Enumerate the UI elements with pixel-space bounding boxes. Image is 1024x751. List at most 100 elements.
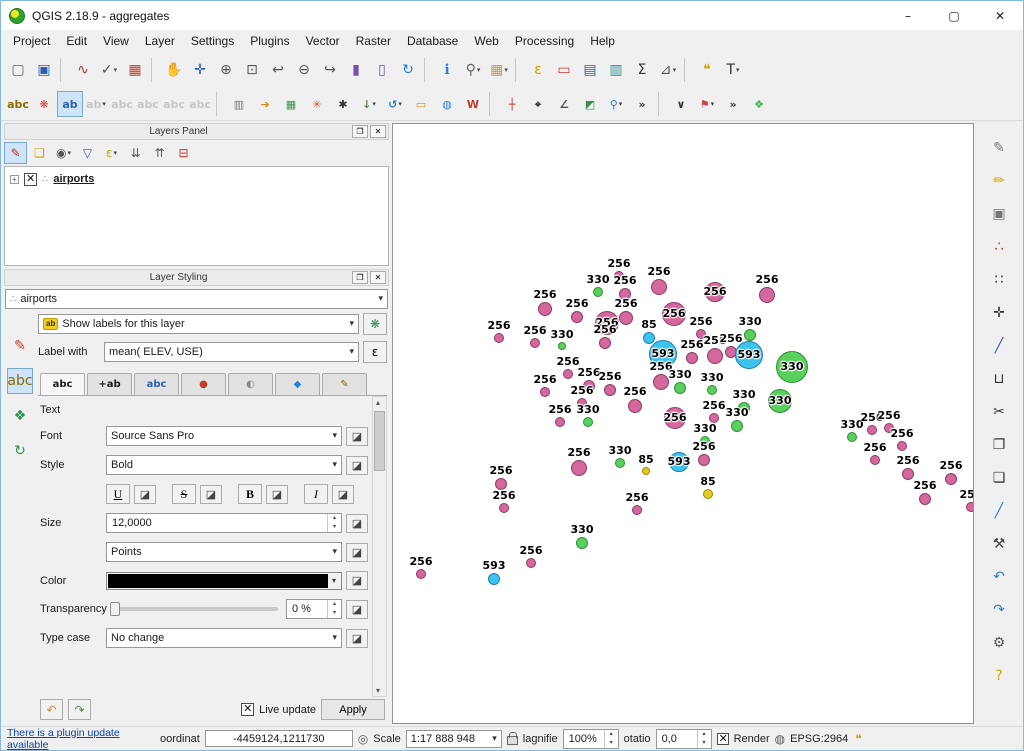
geocoding-button[interactable]: ⚲▾ [603, 91, 629, 117]
zoom-next-button[interactable]: ↪ [317, 57, 343, 83]
labels-mode-select[interactable]: Show labels for this layer [38, 314, 359, 334]
layer-styling-float-button[interactable] [352, 271, 368, 284]
menu-help[interactable]: Help [582, 31, 623, 51]
italic-override-button[interactable] [332, 485, 354, 504]
zoom-out-button[interactable]: ⊖ [291, 57, 317, 83]
maximize-button[interactable]: ▢ [931, 1, 977, 30]
fill-ring-button[interactable]: ⚒ [986, 531, 1012, 557]
new-bookmark-button[interactable]: ▮ [343, 57, 369, 83]
strikeout-button[interactable]: S [172, 484, 196, 504]
tab-background[interactable]: ● [181, 373, 226, 395]
dxf-export-button[interactable]: ➔ [252, 91, 278, 117]
undo-button[interactable]: ↶ [986, 564, 1012, 590]
georeferencer-button[interactable]: ✳ [304, 91, 330, 117]
labeling-button[interactable]: abc [5, 91, 31, 117]
size-units-override-button[interactable] [346, 543, 368, 562]
epsg-label[interactable]: EPSG:2964 [790, 733, 848, 745]
tab-shadow[interactable]: ◐ [228, 373, 273, 395]
open-layer-styling-button[interactable]: ✎ [4, 142, 27, 164]
move-feature-button[interactable]: ✛ [986, 300, 1012, 326]
extent-icon[interactable]: ◎ [358, 732, 368, 746]
layer-visibility-checkbox[interactable] [24, 173, 37, 186]
help-button[interactable]: ? [986, 663, 1012, 689]
osm-download-button[interactable]: ↓▾ [356, 91, 382, 117]
messages-icon[interactable]: ❝ [855, 732, 861, 746]
font-override-button[interactable] [346, 427, 368, 446]
layer-tree-row[interactable]: airports [10, 170, 383, 188]
wkt-tool-button[interactable]: W [460, 91, 486, 117]
label-with-select[interactable]: mean( ELEV, USE) [104, 342, 359, 362]
coordinate-input[interactable]: -4459124,1211730 [205, 730, 353, 747]
transparency-spinner[interactable]: 0 % [286, 599, 342, 619]
reshape-features-button[interactable]: ╱ [986, 498, 1012, 524]
minimize-button[interactable]: – [885, 1, 931, 30]
layers-panel-close-button[interactable] [370, 125, 386, 138]
font-select[interactable]: Source Sans Pro [106, 426, 342, 446]
transparency-slider[interactable] [110, 607, 278, 611]
render-checkbox[interactable] [717, 733, 729, 745]
slider-thumb[interactable] [110, 602, 120, 616]
zoom-full-button[interactable]: ⊡ [239, 57, 265, 83]
pan-map-button[interactable]: ✋ [161, 57, 187, 83]
italic-button[interactable]: I [304, 484, 328, 504]
menu-settings[interactable]: Settings [183, 31, 242, 51]
decorations-dropdown-button[interactable]: ∨ [668, 91, 694, 117]
options-button[interactable]: ⚙ [986, 630, 1012, 656]
toggle-editing-button[interactable]: ✏ [986, 168, 1012, 194]
copy-features-button[interactable]: ❐ [986, 432, 1012, 458]
new-project-button[interactable]: ▢ [5, 57, 31, 83]
scale-select[interactable]: 1:17 888 948 [406, 730, 502, 748]
tab-buffer[interactable]: abc [134, 373, 179, 395]
add-group-button[interactable]: ❏ [28, 142, 51, 164]
lock-icon[interactable] [507, 736, 518, 745]
web-service-button[interactable]: ◍ [434, 91, 460, 117]
node-tool-button[interactable]: ∷ [986, 267, 1012, 293]
save-edits-button[interactable]: ▣ [986, 201, 1012, 227]
symbology-tab-button[interactable]: ✎ [7, 333, 33, 359]
snapping-button[interactable]: ⌖ [525, 91, 551, 117]
color-override-button[interactable] [346, 571, 368, 590]
rotate-label-button[interactable]: abc [161, 91, 187, 117]
map-canvas[interactable]: 2563302562562562562562562562562562563302… [392, 123, 974, 724]
crs-icon[interactable]: ◍ [775, 732, 785, 746]
archive-tool-button[interactable]: ▭ [408, 91, 434, 117]
show-hide-labels-button[interactable]: abc [109, 91, 135, 117]
tab-text[interactable]: abc [40, 373, 85, 395]
history-tab-button[interactable]: ↻ [7, 438, 33, 464]
menu-web[interactable]: Web [466, 31, 506, 51]
layers-panel-float-button[interactable] [352, 125, 368, 138]
underline-override-button[interactable] [134, 485, 156, 504]
scrollbar-thumb[interactable] [374, 411, 385, 471]
zoom-in-button[interactable]: ⊕ [213, 57, 239, 83]
spinner-arrows[interactable] [327, 514, 341, 532]
offset-curve-button[interactable]: ╱ [986, 333, 1012, 359]
live-update-checkbox[interactable] [241, 703, 254, 716]
cut-features-button[interactable]: ✂ [986, 399, 1012, 425]
select-by-expression-button[interactable]: ε [525, 57, 551, 83]
save-project-button[interactable]: ▣ [31, 57, 57, 83]
north-flag-button[interactable]: ⚑▾ [694, 91, 720, 117]
menu-edit[interactable]: Edit [58, 31, 95, 51]
run-feature-action-button[interactable]: ⚲▾ [460, 57, 486, 83]
layer-styling-open-button[interactable]: ❋ [31, 91, 57, 117]
transparency-override-button[interactable] [346, 600, 368, 619]
db-manager-button[interactable]: ▥ [226, 91, 252, 117]
strikeout-override-button[interactable] [200, 485, 222, 504]
styling-layer-select[interactable]: airports [5, 289, 388, 309]
magnifier-spinner[interactable]: 100% [563, 729, 619, 749]
bold-override-button[interactable] [266, 485, 288, 504]
tab-rendering[interactable]: ✎ [322, 373, 367, 395]
style-override-button[interactable] [346, 456, 368, 475]
plugin-installer-button[interactable]: ❖ [746, 91, 772, 117]
close-button[interactable]: ✕ [977, 1, 1023, 30]
new-composer-button[interactable]: ∿ [70, 57, 96, 83]
size-spinner[interactable]: 12,0000 [106, 513, 342, 533]
bug-tool-button[interactable]: ✱ [330, 91, 356, 117]
pan-to-selection-button[interactable]: ✛ [187, 57, 213, 83]
font-color-button[interactable] [106, 572, 342, 590]
advanced-digitizing-button[interactable]: ∠ [551, 91, 577, 117]
filter-legend-button[interactable]: ▽ [76, 142, 99, 164]
gradient-tool-button[interactable]: ◩ [577, 91, 603, 117]
style-select[interactable]: Bold [106, 455, 342, 475]
pin-labels-button[interactable]: ab [57, 91, 83, 117]
